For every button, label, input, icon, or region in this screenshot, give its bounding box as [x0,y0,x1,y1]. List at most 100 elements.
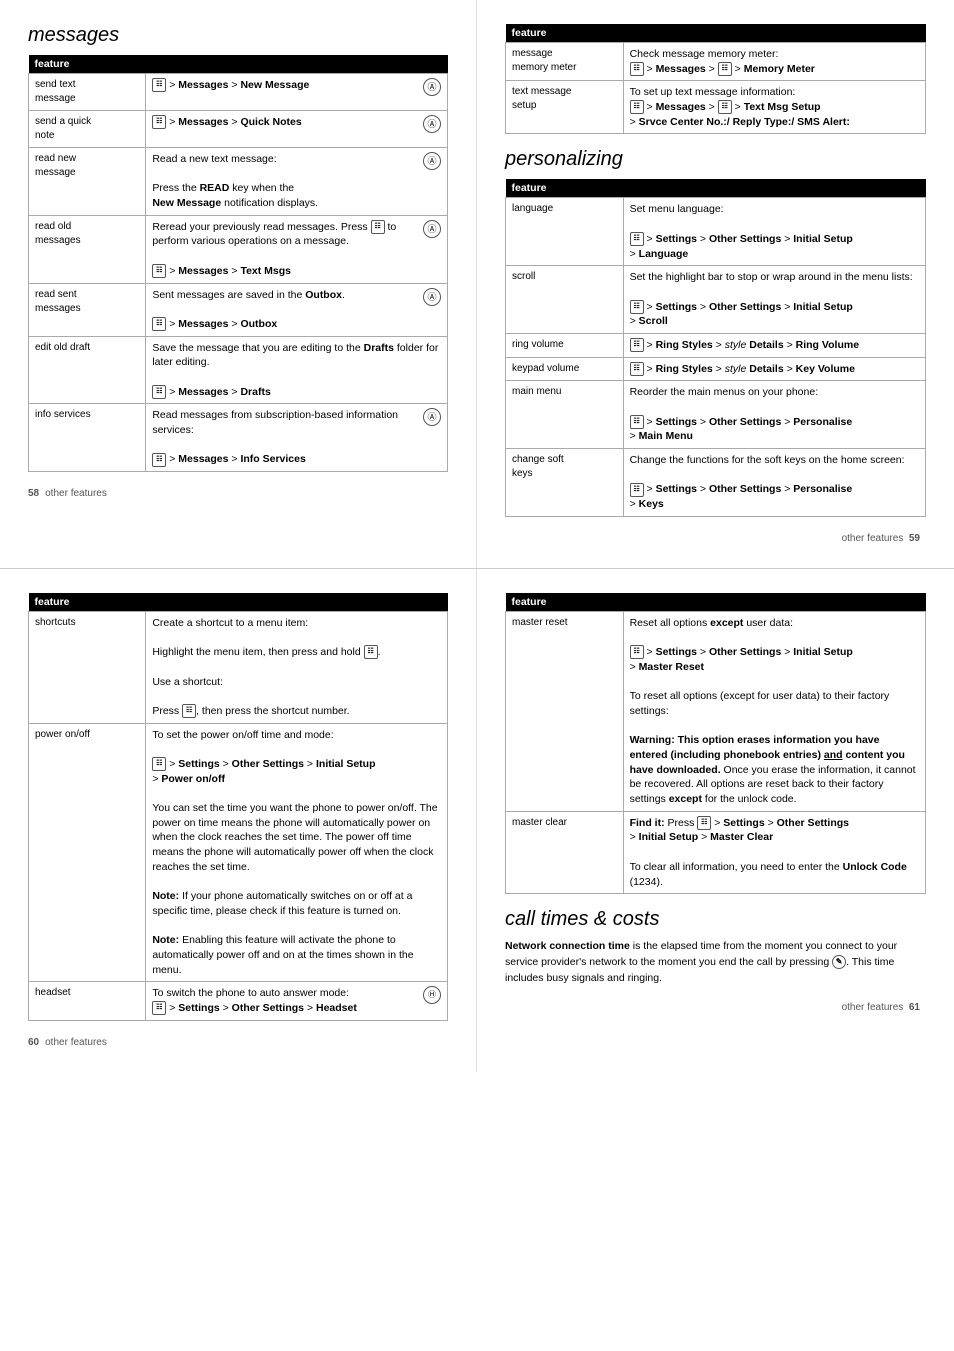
call-times-title: call times & costs [505,908,926,931]
table-row: main menu Reorder the main menus on your… [506,381,926,449]
table-row: headset To switch the phone to auto answ… [29,982,448,1020]
menu-icon: ☷ [152,757,166,771]
action-icon: Ⓐ [423,220,441,238]
reset-header: feature [506,593,926,612]
page-60: feature shortcuts Create a shortcut to a… [0,569,477,1072]
desc-cell: ☷ > Ring Styles > style Details > Ring V… [623,333,925,357]
page-58-title: messages [28,24,448,47]
section-label-58: other features [45,488,107,499]
menu-icon: ☷ [630,338,644,352]
feature-cell: master clear [506,811,624,893]
table-row: power on/off To set the power on/off tim… [29,723,448,982]
menu-icon: ☷ [152,385,166,399]
messages-table-header: feature [29,55,448,74]
section-label-60: other features [45,1037,107,1048]
action-icon: Ⓐ [423,152,441,170]
desc-cell: Reorder the main menus on your phone: ☷ … [623,381,925,449]
desc-cell: Create a shortcut to a menu item: Highli… [146,611,448,723]
page-spread: messages feature send textmessage ☷ > Me… [0,0,954,1072]
page-number-58: 58 [28,488,39,499]
page-58: messages feature send textmessage ☷ > Me… [0,0,477,568]
menu-icon: ☷ [718,100,732,114]
table-row: send a quicknote ☷ > Messages > Quick No… [29,111,448,148]
table-row: master clear Find it: Press ☷ > Settings… [506,811,926,893]
page-number-bar-58: 58 other features [28,488,448,499]
menu-icon: ☷ [630,300,644,314]
menu-icon: ☷ [371,220,385,234]
action-icon: Ⓐ [423,115,441,133]
shortcuts-table: feature shortcuts Create a shortcut to a… [28,593,448,1021]
feature-cell: messagememory meter [506,43,624,81]
page-number-61: 61 [909,1002,920,1013]
desc-cell: To set up text message information: ☷ > … [623,81,925,134]
desc-cell: Ⓐ Sent messages are saved in the Outbox.… [146,283,448,336]
headset-icon: Ⓗ [423,986,441,1004]
feature-cell: ring volume [506,333,624,357]
menu-icon: ☷ [630,645,644,659]
section-label-59: other features [842,533,904,544]
feature-cell: headset [29,982,146,1020]
feature-cell: text messagesetup [506,81,624,134]
feature-cell: scroll [506,266,624,334]
menu-icon: ☷ [630,362,644,376]
desc-cell: ☷ > Ring Styles > style Details > Key Vo… [623,357,925,381]
feature-cell: language [506,198,624,266]
table-row: text messagesetup To set up text message… [506,81,926,134]
section-label-61: other features [842,1002,904,1013]
memory-table: feature messagememory meter Check messag… [505,24,926,134]
menu-icon: ☷ [697,816,711,830]
desc-cell: Ⓐ Read a new text message: Press the REA… [146,148,448,216]
menu-icon: ☷ [630,483,644,497]
desc-cell: ☷ > Messages > New Message Ⓐ [146,74,448,111]
personalizing-table: feature language Set menu language: ☷ > … [505,179,926,516]
page-number-bar-60: 60 other features [28,1037,448,1048]
desc-cell: Ⓐ Reread your previously read messages. … [146,215,448,283]
personalizing-header: feature [506,179,926,198]
menu-icon: ☷ [364,645,378,659]
page-number-59: 59 [909,533,920,544]
menu-icon: ☷ [152,1001,166,1015]
action-icon: Ⓐ [423,288,441,306]
desc-cell: Set menu language: ☷ > Settings > Other … [623,198,925,266]
menu-icon: ☷ [718,62,732,76]
menu-icon: ☷ [152,115,166,129]
page-61: feature master reset Reset all options e… [477,569,954,1072]
feature-cell: main menu [506,381,624,449]
menu-icon: ☷ [152,78,166,92]
action-icon: Ⓐ [423,78,441,96]
page-59: feature messagememory meter Check messag… [477,0,954,568]
table-row: ring volume ☷ > Ring Styles > style Deta… [506,333,926,357]
menu-icon: ☷ [630,232,644,246]
call-times-text: Network connection time is the elapsed t… [505,939,926,986]
table-row: send textmessage ☷ > Messages > New Mess… [29,74,448,111]
desc-cell: Find it: Press ☷ > Settings > Other Sett… [623,811,925,893]
menu-icon: ☷ [152,264,166,278]
desc-cell: Ⓐ Read messages from subscription-based … [146,404,448,472]
page-number-bar-61: other features 61 [505,1002,926,1013]
table-row: read oldmessages Ⓐ Reread your previousl… [29,215,448,283]
feature-cell: master reset [506,611,624,811]
feature-cell: edit old draft [29,336,146,404]
table-row: read sentmessages Ⓐ Sent messages are sa… [29,283,448,336]
feature-cell: power on/off [29,723,146,982]
feature-cell: read sentmessages [29,283,146,336]
desc-cell: Change the functions for the soft keys o… [623,449,925,517]
table-row: scroll Set the highlight bar to stop or … [506,266,926,334]
feature-cell: change softkeys [506,449,624,517]
personalizing-title: personalizing [505,148,926,171]
shortcuts-header: feature [29,593,448,612]
table-row: change softkeys Change the functions for… [506,449,926,517]
table-row: master reset Reset all options except us… [506,611,926,811]
desc-cell: Set the highlight bar to stop or wrap ar… [623,266,925,334]
feature-cell: read oldmessages [29,215,146,283]
table-row: shortcuts Create a shortcut to a menu it… [29,611,448,723]
menu-icon: ☷ [630,100,644,114]
feature-cell: keypad volume [506,357,624,381]
action-icon: Ⓐ [423,408,441,426]
menu-icon: ☷ [182,704,196,718]
table-row: read newmessage Ⓐ Read a new text messag… [29,148,448,216]
bottom-spread: feature shortcuts Create a shortcut to a… [0,569,954,1072]
desc-cell: Save the message that you are editing to… [146,336,448,404]
end-call-icon: ✎ [832,955,846,969]
page-number-bar-59: other features 59 [505,533,926,544]
